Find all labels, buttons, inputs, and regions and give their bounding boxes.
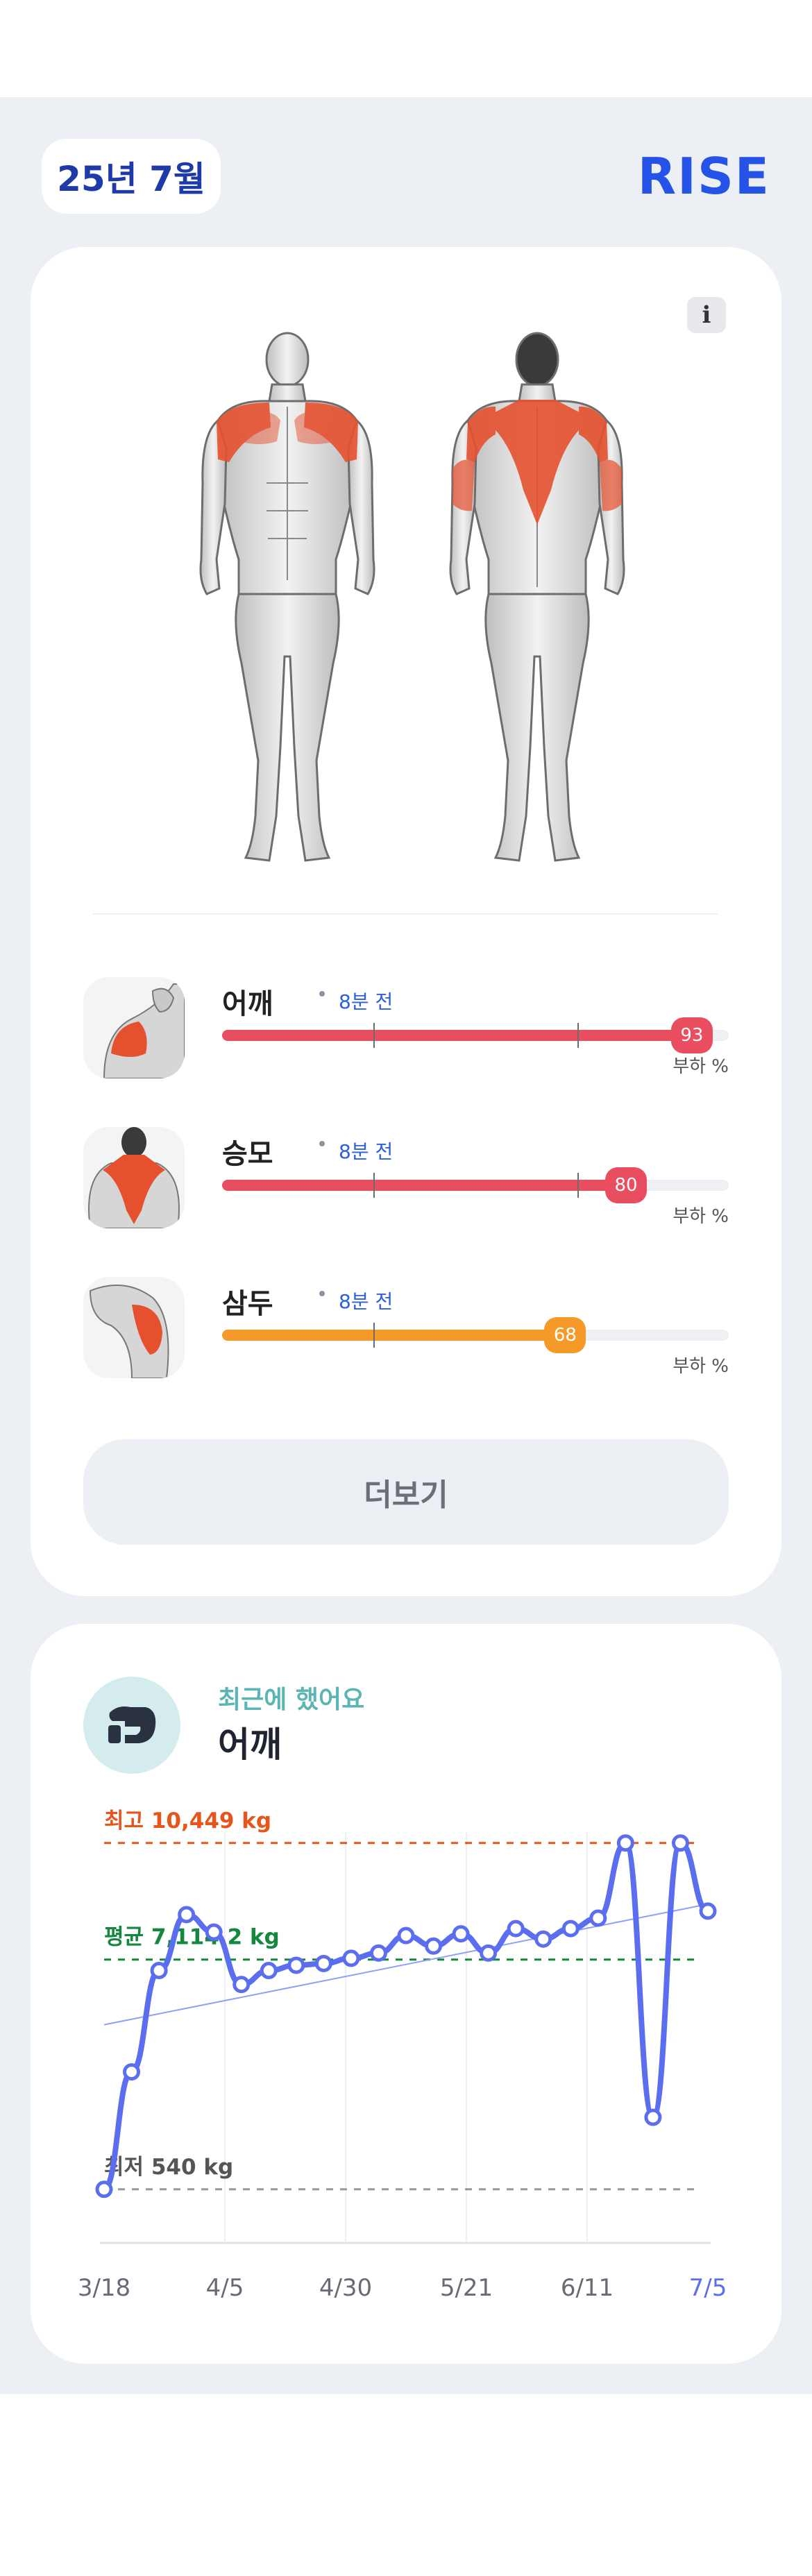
load-bar-fill [222, 1030, 693, 1041]
muscle-time: 8분 전 [339, 1140, 394, 1163]
data-point [314, 1954, 332, 1972]
data-point [369, 1944, 387, 1962]
muscle-name: 삼두 [222, 1288, 273, 1320]
data-point [287, 1956, 305, 1974]
app-logo: RISE [637, 147, 770, 205]
load-bar-tick [373, 1173, 375, 1198]
anatomy-illustration [199, 332, 625, 862]
data-point [397, 1926, 415, 1944]
separator-dot [319, 1291, 325, 1296]
load-bar-fill [222, 1180, 627, 1191]
data-point [95, 2180, 113, 2198]
x-tick-label: 7/5 [689, 2274, 727, 2302]
muscle-name: 승모 [222, 1138, 273, 1170]
load-bar-tick [373, 1323, 375, 1348]
load-badge: 80 [605, 1167, 647, 1203]
data-point [589, 1909, 607, 1927]
trend-line [103, 1903, 709, 2026]
x-tick-label: 4/5 [206, 2274, 244, 2302]
muscle-name: 어깨 [222, 988, 273, 1020]
load-bar-tick [577, 1173, 579, 1198]
data-point [178, 1906, 196, 1924]
separator-dot [319, 991, 325, 997]
data-point [507, 1920, 525, 1938]
data-point [616, 1834, 634, 1852]
data-point [205, 1923, 223, 1941]
data-point [699, 1902, 717, 1920]
muscle-load-card: i 어깨 8분 전 93 부하 % 승모 8분 전 80 부하 % 삼두 8분 … [31, 247, 781, 1596]
x-tick-label: 3/18 [78, 2274, 130, 2302]
section-divider [93, 913, 718, 915]
load-label: 부하 % [673, 1056, 729, 1077]
load-badge: 93 [670, 1017, 713, 1053]
shoulder-thumbnail [83, 977, 185, 1078]
reference-label: 최고 10,449 kg [104, 1808, 271, 1833]
month-selector[interactable]: 25년 7월 [42, 139, 221, 214]
muscle-row-triceps[interactable]: 삼두 8분 전 68 부하 % [83, 1277, 729, 1381]
load-badge: 68 [544, 1317, 586, 1353]
muscle-time: 8분 전 [339, 1290, 394, 1313]
muscle-time: 8분 전 [339, 990, 394, 1013]
triceps-thumbnail [83, 1277, 185, 1378]
data-point [425, 1937, 443, 1955]
x-tick-label: 5/21 [440, 2274, 493, 2302]
load-bar: 80 [222, 1167, 729, 1203]
data-point [123, 2063, 141, 2081]
data-point [452, 1925, 470, 1943]
load-label: 부하 % [673, 1356, 729, 1377]
trapezius-thumbnail [83, 1127, 185, 1228]
data-point [671, 1834, 689, 1852]
load-bar-tick [373, 1023, 375, 1048]
data-point [150, 1962, 168, 1980]
load-label: 부하 % [673, 1206, 729, 1227]
data-point [534, 1930, 552, 1948]
muscle-row-shoulder[interactable]: 어깨 8분 전 93 부하 % [83, 977, 729, 1081]
data-point [561, 1920, 580, 1938]
info-icon[interactable]: i [687, 297, 726, 333]
series-line [103, 1840, 709, 2192]
more-button[interactable]: 더보기 [83, 1439, 729, 1545]
data-point [260, 1962, 278, 1980]
load-bar: 93 [222, 1017, 729, 1053]
load-bar-fill [222, 1330, 567, 1341]
separator-dot [319, 1141, 325, 1146]
data-point [342, 1949, 360, 1967]
reference-label: 평균 7,114.2 kg [104, 1925, 280, 1950]
header: 25년 7월 RISE [42, 139, 770, 215]
load-bar-tick [577, 1023, 579, 1048]
recent-workout-card[interactable]: 최근에 했어요 어깨 3/18 4/5 4/30 5/21 6/11 7/5 최고 10,4… [31, 1624, 781, 2364]
data-point [644, 2108, 662, 2126]
muscle-row-trapezius[interactable]: 승모 8분 전 80 부하 % [83, 1127, 729, 1231]
reference-label: 최저 540 kg [104, 2155, 233, 2180]
x-tick-label: 4/30 [319, 2274, 372, 2302]
data-point [232, 1976, 251, 1994]
volume-line-chart: 3/18 4/5 4/30 5/21 6/11 7/5 최고 10,449 kg 평균 7,1… [78, 1808, 727, 2302]
data-point [480, 1944, 498, 1962]
x-tick-label: 6/11 [561, 2274, 614, 2302]
load-bar: 68 [222, 1317, 729, 1353]
